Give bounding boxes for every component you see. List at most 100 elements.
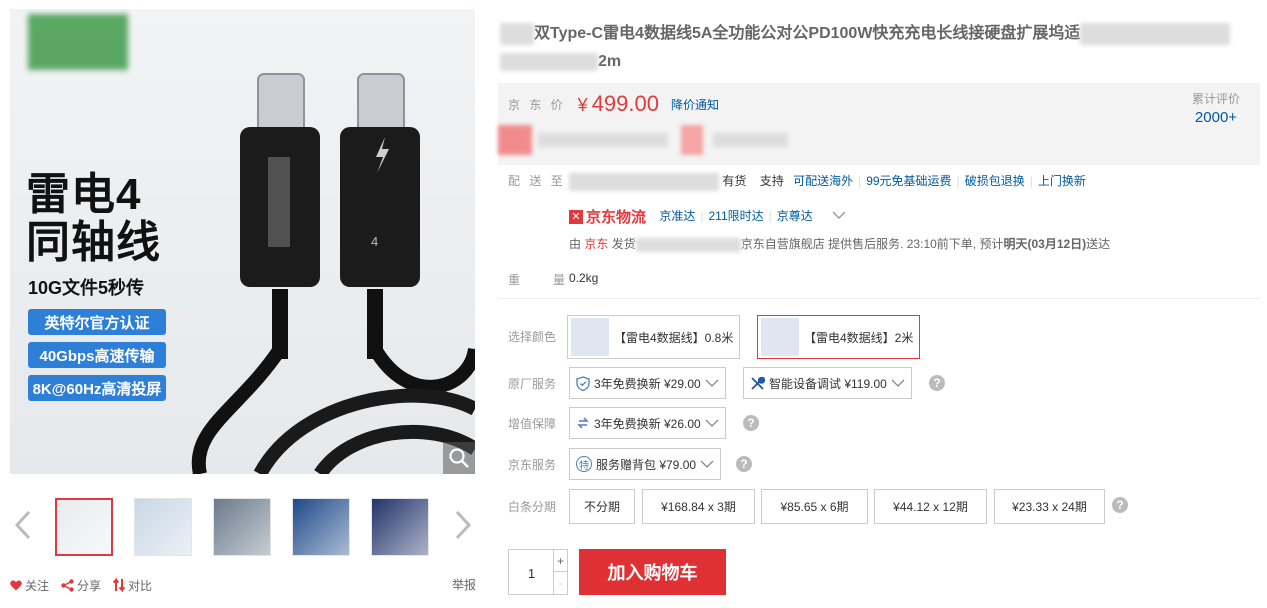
ship-text: 提供售后服务. 23:10前下单, 预计 (828, 237, 1004, 251)
service-home-exchange[interactable]: 上门换新 (1038, 174, 1086, 188)
ship-from[interactable]: 京东 (584, 237, 608, 251)
add-to-cart-button[interactable]: 加入购物车 (579, 549, 726, 595)
blurred-text (713, 133, 788, 147)
price-notify-link[interactable]: 降价通知 (671, 96, 719, 113)
chevron-right-icon (455, 510, 472, 540)
factory-service-option-2[interactable]: 智能设备调试 ¥119.00 (743, 367, 912, 399)
logistics-line: ✕ 京东物流 京准达 | 211限时达 | 京尊达 (569, 206, 846, 227)
report-link[interactable]: 举报 (452, 576, 476, 593)
compare-button[interactable]: 对比 (113, 577, 152, 594)
installment-option-12[interactable]: ¥44.12 x 12期 (874, 489, 987, 524)
product-title-suffix: 2m (598, 53, 622, 70)
installment-option-24[interactable]: ¥23.33 x 24期 (994, 489, 1105, 524)
service-damage-return[interactable]: 破损包退换 (965, 174, 1025, 188)
jd-service-label: 京东服务 (508, 458, 557, 472)
chevron-down-icon (891, 379, 905, 387)
zoom-button[interactable] (443, 442, 475, 474)
delivery-line: 有货 支持 可配送海外 | 99元免基础运费 | 破损包退换 | 上门换新 (569, 172, 1086, 191)
magnifier-icon (449, 448, 469, 468)
value-added-help-icon[interactable]: ? (743, 415, 759, 431)
price-amount: 499.00 (591, 91, 659, 116)
color-option-2m[interactable]: 【雷电4数据线】2米 (757, 315, 921, 359)
jd-service-text: 服务赠背包 ¥79.00 (596, 457, 697, 472)
jd-service-option[interactable]: 特 服务赠背包 ¥79.00 (569, 448, 722, 480)
installment-option-none[interactable]: 不分期 (569, 489, 635, 524)
quantity-input[interactable]: 1 (509, 550, 554, 596)
follow-button[interactable]: 关注 (10, 577, 49, 594)
chevron-down-icon[interactable] (832, 211, 846, 220)
ship-date: 明天(03月12日) (1003, 237, 1087, 251)
address-selector[interactable] (569, 172, 719, 191)
delivery-section: 配 送 至 有货 支持 可配送海外 | 99元免基础运费 | 破损包退换 | 上门换新 ✕ 京… (508, 172, 1248, 252)
hero-title-line2: 同轴线 (26, 217, 161, 267)
color-option-0.8m[interactable]: 【雷电4数据线】0.8米 (567, 315, 741, 359)
product-title-text: 双Type-C雷电4数据线5A全功能公对公PD100W快充充电长线接硬盘扩展坞适 (534, 25, 1081, 42)
jd-logistics-icon: ✕ (569, 209, 583, 224)
weight-label: 重 量 (508, 273, 569, 287)
jd-service-help-icon[interactable]: ? (736, 456, 752, 472)
factory-service-option-1[interactable]: 3年免费换新 ¥29.00 (569, 367, 726, 399)
compare-icon (113, 578, 126, 592)
heart-icon (10, 580, 22, 590)
review-count: 2000+ (1194, 109, 1238, 126)
installment-help-icon[interactable]: ? (1112, 497, 1128, 513)
cable-illustration (191, 73, 475, 474)
color-option-image (571, 318, 609, 356)
service-free-shipping[interactable]: 99元免基础运费 (866, 174, 951, 188)
share-button[interactable]: 分享 (61, 577, 101, 594)
thumbnail-4[interactable] (292, 498, 350, 556)
installment-label: 白条分期 (508, 500, 557, 514)
special-badge-icon: 特 (576, 456, 592, 472)
jd-logistics-logo: ✕ 京东物流 (569, 206, 646, 227)
quantity-minus-button[interactable]: - (553, 572, 567, 594)
thumbnail-image (372, 499, 428, 555)
hero-subtitle: 10G文件5秒传 (28, 278, 145, 298)
thumbnail-5[interactable] (371, 498, 429, 556)
logistics-option-3[interactable]: 京尊达 (777, 209, 813, 223)
thumbnail-next-button[interactable] (450, 510, 476, 540)
logistics-option-1[interactable]: 京准达 (659, 209, 695, 223)
thumbnail-image (293, 499, 349, 555)
ship-store[interactable]: 京东自营旗舰店 (741, 237, 825, 251)
shield-icon (576, 375, 590, 391)
chevron-down-icon (700, 460, 714, 468)
service-overseas[interactable]: 可配送海外 (793, 174, 853, 188)
logistics-option-2[interactable]: 211限时达 (709, 209, 764, 223)
price-value: ¥499.00 (578, 91, 659, 117)
stock-status: 有货 (722, 174, 747, 188)
thumbnail-1[interactable] (55, 498, 113, 556)
thumbnail-image (57, 500, 111, 554)
support-label: 支持 (759, 174, 784, 188)
hero-badge-display: 8K@60Hz高清投屏 (28, 375, 166, 401)
price-row: 京 东 价 ¥499.00 降价通知 (508, 91, 719, 117)
value-added-text: 3年免费换新 ¥26.00 (594, 416, 701, 431)
value-added-label: 增值保障 (508, 417, 557, 431)
connector-number: 4 (371, 234, 379, 249)
installment-option-3[interactable]: ¥168.84 x 3期 (642, 489, 755, 524)
hero-badge-speed: 40Gbps高速传输 (28, 342, 166, 368)
thumbnail-image (214, 499, 270, 555)
chevron-down-icon (705, 419, 719, 427)
share-icon (61, 578, 74, 592)
hero-title-line1: 雷电4 (26, 170, 142, 219)
factory-service-label: 原厂服务 (508, 377, 557, 391)
color-option-image (761, 318, 799, 356)
compare-label: 对比 (128, 578, 153, 593)
wrench-icon (751, 376, 765, 390)
value-added-option[interactable]: 3年免费换新 ¥26.00 (569, 407, 726, 439)
share-label: 分享 (77, 578, 102, 593)
shipping-info: 由 京东 发货 京东自营旗舰店 提供售后服务. 23:10前下单, 预计明天(03… (569, 235, 1110, 252)
thumbnail-2[interactable] (134, 498, 192, 556)
thumbnail-prev-button[interactable] (10, 510, 36, 540)
quantity-plus-button[interactable]: + (553, 550, 567, 572)
thumbnail-strip (10, 492, 475, 558)
blurred-text (635, 237, 741, 252)
hero-title: 雷电4 同轴线 (26, 171, 161, 266)
review-summary[interactable]: 累计评价 2000+ (1192, 90, 1240, 126)
installment-option-6[interactable]: ¥85.65 x 6期 (761, 489, 868, 524)
main-product-image[interactable]: 雷电4 同轴线 10G文件5秒传 英特尔官方认证 40Gbps高速传输 8K@6… (10, 9, 475, 474)
jd-logistics-label: 京东物流 (586, 209, 647, 226)
factory-service-help-icon[interactable]: ? (929, 375, 945, 391)
section-divider (498, 298, 1260, 299)
thumbnail-3[interactable] (213, 498, 271, 556)
